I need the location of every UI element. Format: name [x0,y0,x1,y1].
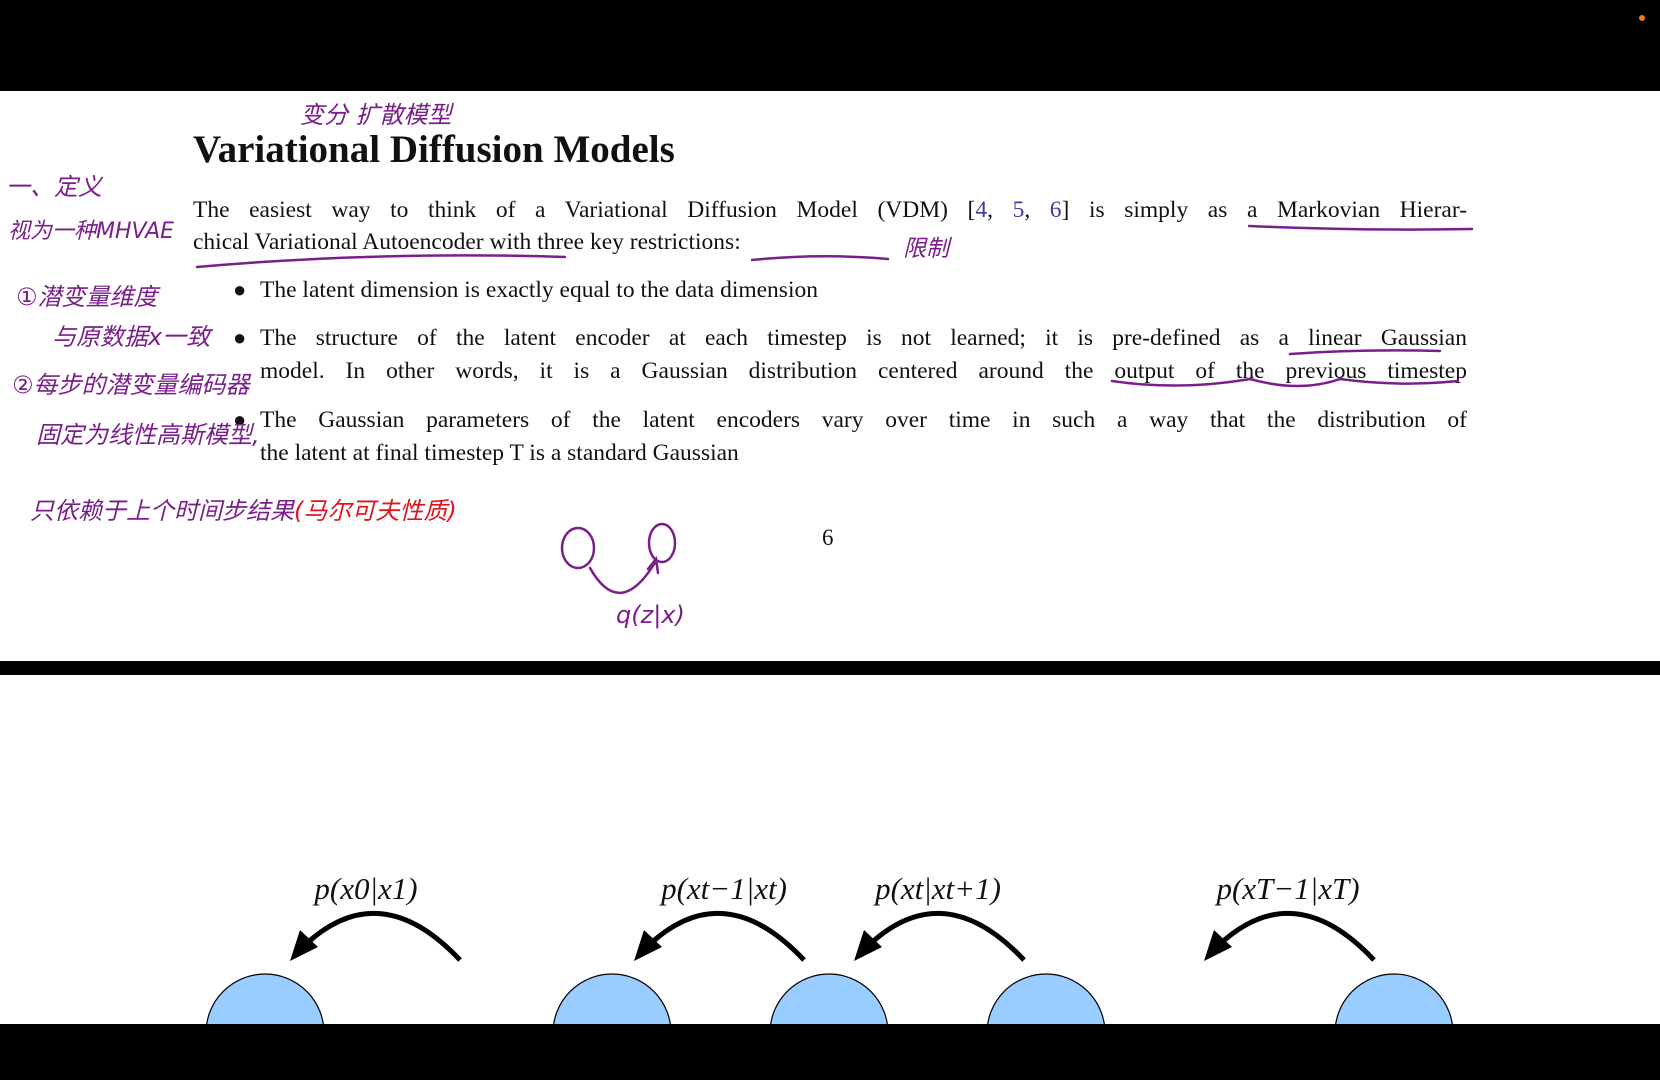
underline-stroke [195,254,567,269]
node-xt+1 [987,973,1105,1024]
document-page-diagram: p(x0|x1) p(xt−1|xt) p(xt|xt+1) p(xT−1|xT… [0,675,1660,1024]
annotation-strokes [195,224,1474,595]
arrow-1 [303,910,462,962]
node-xt [770,973,888,1024]
arrow-3 [867,910,1026,962]
document-page: Variational Diffusion Models The easiest… [0,91,1660,661]
recording-indicator [1639,15,1645,21]
node-xt-1 [553,973,671,1024]
arrow-4 [1217,910,1376,962]
arrow-2 [647,910,806,962]
node-x0 [206,973,324,1024]
node-xT [1335,973,1453,1024]
markov-chain-diagram [206,910,1453,1024]
